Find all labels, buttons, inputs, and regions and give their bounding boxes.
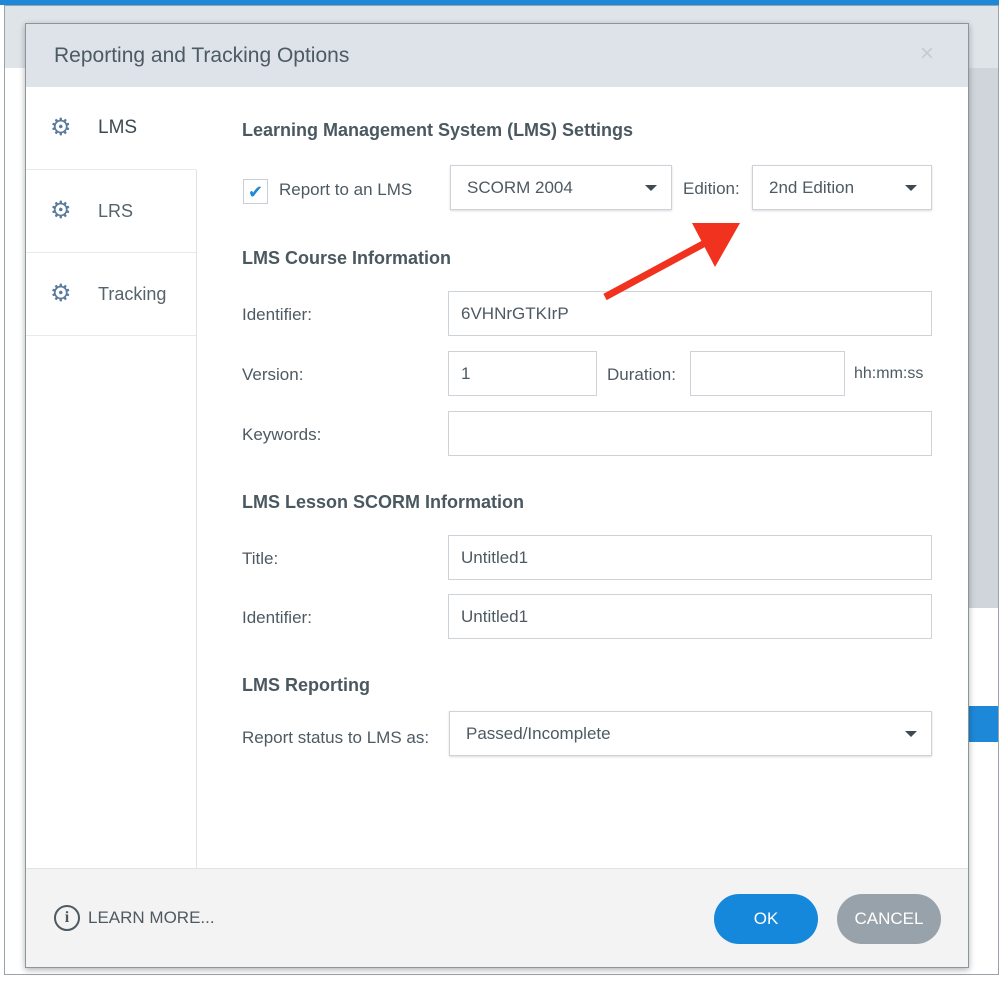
duration-label: Duration: [607, 365, 676, 384]
lesson-identifier-input[interactable]: Untitled1 [448, 594, 932, 639]
lms-standard-select[interactable]: SCORM 2004 [450, 165, 672, 210]
dialog-title: Reporting and Tracking Options [54, 44, 350, 67]
edition-label: Edition: [683, 179, 740, 198]
keywords-label: Keywords: [242, 425, 322, 444]
close-icon[interactable]: × [920, 40, 934, 68]
report-to-lms-checkbox[interactable]: ✔ [243, 179, 268, 204]
version-label: Version: [242, 365, 304, 384]
cancel-button[interactable]: CANCEL [837, 894, 941, 944]
duration-unit: hh:mm:ss [854, 365, 924, 382]
sidebar-item-tracking[interactable]: ⚙ Tracking [26, 253, 196, 336]
sidebar-item-lrs[interactable]: ⚙ LRS [26, 170, 196, 253]
reporting-tracking-dialog: Reporting and Tracking Options × ⚙ LMS ⚙ L… [25, 23, 969, 968]
sidebar-item-lms[interactable]: ⚙ LMS [26, 87, 197, 170]
lesson-title-input[interactable]: Untitled1 [448, 535, 932, 580]
checkmark-icon: ✔ [247, 182, 264, 202]
learn-more-label: LEARN MORE... [88, 908, 215, 927]
lms-settings-heading: Learning Management System (LMS) Setting… [242, 120, 634, 140]
learn-more-link[interactable]: i LEARN MORE... [54, 905, 215, 931]
gear-icon: ⚙ [50, 197, 72, 224]
edition-select[interactable]: 2nd Edition [752, 165, 932, 210]
chevron-down-icon [905, 185, 917, 191]
dialog-footer: i LEARN MORE... OK CANCEL [26, 868, 968, 967]
dialog-header: Reporting and Tracking Options × [26, 24, 968, 87]
edition-value: 2nd Edition [769, 178, 855, 197]
lesson-identifier-label: Identifier: [242, 608, 312, 627]
gear-icon: ⚙ [50, 114, 72, 141]
sidebar-item-label: LMS [98, 117, 138, 138]
version-input[interactable]: 1 [448, 351, 597, 396]
duration-input[interactable] [690, 351, 845, 396]
annotation-arrow-icon [603, 223, 740, 301]
report-status-label: Report status to LMS as: [242, 728, 430, 747]
sidebar-item-label: LRS [98, 200, 134, 221]
lms-reporting-heading: LMS Reporting [242, 675, 370, 695]
gear-icon: ⚙ [50, 280, 72, 307]
chevron-down-icon [905, 731, 917, 737]
sidebar-item-label: Tracking [98, 283, 167, 304]
lesson-info-heading: LMS Lesson SCORM Information [242, 492, 525, 512]
sidebar: ⚙ LMS ⚙ LRS ⚙ Tracking [26, 87, 197, 869]
lms-standard-value: SCORM 2004 [467, 178, 573, 197]
chevron-down-icon [645, 185, 657, 191]
title-label: Title: [242, 549, 279, 568]
ok-button[interactable]: OK [714, 894, 818, 944]
report-status-value: Passed/Incomplete [466, 724, 611, 743]
course-info-heading: LMS Course Information [242, 248, 452, 268]
report-to-lms-label: Report to an LMS [279, 180, 413, 199]
identifier-label: Identifier: [242, 305, 312, 324]
report-status-select[interactable]: Passed/Incomplete [449, 711, 932, 756]
keywords-input[interactable] [448, 411, 932, 456]
info-icon: i [54, 905, 80, 931]
